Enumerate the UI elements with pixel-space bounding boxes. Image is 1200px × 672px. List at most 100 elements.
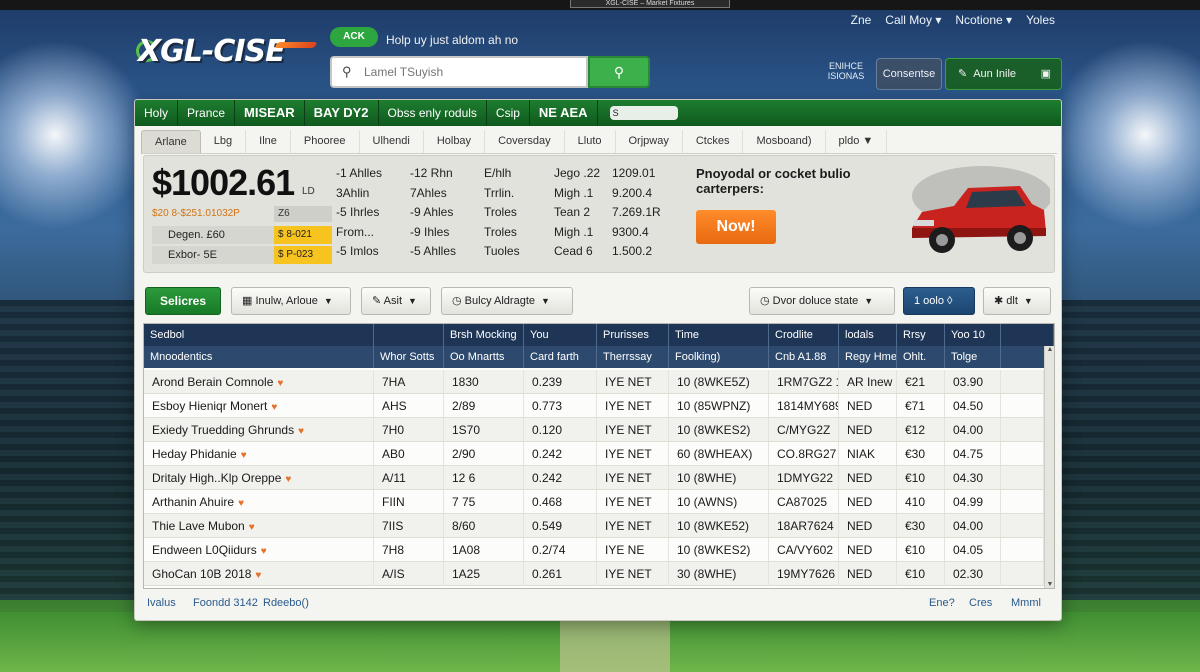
tab-8[interactable]: Orjpway (616, 130, 683, 153)
column-header[interactable]: Brsh Mocking (444, 324, 524, 346)
column-header[interactable]: Yoo 10 (945, 324, 1001, 346)
column-header[interactable]: Foolking) (669, 346, 769, 368)
nav-item-4[interactable]: Obss enly roduls (379, 100, 487, 126)
table-cell-text: IYE NET (605, 519, 652, 533)
primary-action-button[interactable]: Selicres (145, 287, 221, 315)
column-header[interactable]: You (524, 324, 597, 346)
table-cell: 1S70 (444, 418, 524, 441)
chevron-down-icon: ▼ (323, 296, 333, 306)
table-row[interactable]: Esboy Hieniqr Monert ♥ AHS 2/89 0.773 IYE NET… (144, 394, 1044, 418)
footer-link-2[interactable]: Foondd 3142 (193, 597, 258, 609)
ad-cta-button[interactable]: Now! (696, 210, 776, 244)
nav-item-3[interactable]: BAY DY2 (305, 100, 379, 126)
filter-dropdown-3[interactable]: ◷ Bulcy Aldragte ▼ (441, 287, 573, 315)
table-cell: NED (839, 418, 897, 441)
table-cell: 04.99 (945, 490, 1001, 513)
footer-link-6[interactable]: Mmml (1011, 597, 1041, 609)
column-header[interactable] (374, 324, 444, 346)
table-cell-text: 10 (8WKE5Z) (677, 375, 750, 389)
top-link-1[interactable]: Call Moy (885, 13, 941, 27)
top-links: Zne Call Moy Ncotione Yoles (851, 13, 1055, 27)
table-row[interactable]: Exiedy Truedding Ghrunds ♥ 7H0 1S70 0.120 IYE… (144, 418, 1044, 442)
column-header[interactable]: Crodlite (769, 324, 839, 346)
table-cell: 04.05 (945, 538, 1001, 561)
tab-1[interactable]: Lbg (201, 130, 247, 153)
more-dropdown[interactable]: ✱ dlt ▼ (983, 287, 1051, 315)
logo-swoosh-icon (274, 42, 318, 48)
brand-logo[interactable]: XGL-CISE (138, 34, 286, 69)
tab-4[interactable]: Ulhendi (360, 130, 424, 153)
nav-item-6[interactable]: NE AEA (530, 100, 598, 126)
auth-button[interactable]: ✎ Aun Inile ▣ (945, 58, 1062, 90)
column-header[interactable]: Regy Hmes (839, 346, 897, 368)
tab-3[interactable]: Phooree (291, 130, 360, 153)
nav-item-5[interactable]: Csip (487, 100, 530, 126)
column-header[interactable]: Ohlt. (897, 346, 945, 368)
column-header[interactable]: Tolge (945, 346, 1001, 368)
quote-row[interactable]: Degen. £60 $ 8-021 (152, 226, 332, 244)
table-cell-text: Thie Lave Mubon (152, 519, 245, 533)
column-header[interactable]: Cnb A1.88 (769, 346, 839, 368)
nav-item-0[interactable]: Holy (135, 100, 179, 126)
scroll-down-icon[interactable]: ▼ (1046, 581, 1054, 588)
tab-11[interactable]: pldo ▼ (826, 130, 888, 153)
table-scrollbar[interactable]: ▲ ▼ (1044, 346, 1054, 588)
table-cell-spacer (1001, 466, 1044, 489)
table-cell: 30 (8WHE) (669, 562, 769, 585)
table-row[interactable]: GhoCan 10B 2018 ♥ A/IS 1A25 0.261 IYE NET 30 (… (144, 562, 1044, 586)
table-cell-text: 10 (AWNS) (677, 495, 738, 509)
table-row[interactable]: Arond Berain Comnole ♥ 7HA 1830 0.239 IYE NET… (144, 370, 1044, 394)
search-button[interactable]: ⚲ (588, 56, 650, 88)
tab-6[interactable]: Coversday (485, 130, 565, 153)
column-header[interactable]: Card farth (524, 346, 597, 368)
column-header[interactable]: Therrssay (597, 346, 669, 368)
filter-dropdown-2[interactable]: ✎ Asit ▼ (361, 287, 431, 315)
nav-toggle[interactable]: S (609, 106, 678, 120)
filter-dropdown-2-label: Asit (383, 295, 403, 307)
consent-button[interactable]: Consentse (876, 58, 942, 90)
column-header[interactable]: Whor Sotts (374, 346, 444, 368)
table-cell-text: €21 (905, 375, 926, 389)
column-header[interactable]: Prurisses (597, 324, 669, 346)
footer-link-4[interactable]: Ene? (929, 597, 955, 609)
filter-dropdown-1[interactable]: ▦ Inulw, Arloue ▼ (231, 287, 351, 315)
column-header[interactable]: Oo Mnartts (444, 346, 524, 368)
scroll-up-icon[interactable]: ▲ (1046, 346, 1054, 353)
tab-5[interactable]: Holbay (424, 130, 486, 153)
table-row[interactable]: Heday Phidanie ♥ AB0 2/90 0.242 IYE NET 60 (8W… (144, 442, 1044, 466)
nav-item-2[interactable]: MISEAR (235, 100, 305, 126)
tab-7[interactable]: Lluto (565, 130, 616, 153)
table-row[interactable]: Thie Lave Mubon ♥ 7IIS 8/60 0.549 IYE NET 10 (… (144, 514, 1044, 538)
state-dropdown[interactable]: ◷ Dvor doluce state ▼ (749, 287, 895, 315)
tagline: Holp uy just aldom ah no (386, 33, 519, 47)
table-row[interactable]: Arthanin Ahuire ♥ FIIN 7 75 0.468 IYE NET 10 (… (144, 490, 1044, 514)
column-header[interactable]: Mnoodentics (144, 346, 374, 368)
page-selector-label: 1 oolo (914, 295, 944, 307)
footer-link-3[interactable]: Rdeebo() (263, 597, 309, 609)
top-link-3[interactable]: Yoles (1026, 13, 1055, 27)
tab-10[interactable]: Mosboand) (743, 130, 826, 153)
top-link-2[interactable]: Ncotione (955, 13, 1012, 27)
account-subtext: ENIHCE ISIONAS (827, 61, 865, 81)
footer-link-1[interactable]: Ivalus (147, 597, 176, 609)
top-link-0[interactable]: Zne (851, 13, 872, 27)
search-bar: ⚲ ⚲ (330, 56, 650, 88)
table-cell-text: NED (847, 567, 873, 581)
nav-item-1[interactable]: Prance (178, 100, 236, 126)
search-input[interactable] (330, 56, 588, 88)
table-row[interactable]: Endween L0Qiidurs ♥ 7H8 1A08 0.2/74 IYE NE 10 … (144, 538, 1044, 562)
footer-link-5[interactable]: Cres (969, 597, 992, 609)
tab-2[interactable]: Ilne (246, 130, 291, 153)
column-header[interactable]: Sedbol (144, 324, 374, 346)
table-cell: IYE NET (597, 370, 669, 393)
column-header[interactable]: Rrsy (897, 324, 945, 346)
quote-row[interactable]: Exbor- 5E $ P-023 (152, 246, 332, 264)
column-header[interactable]: Time (669, 324, 769, 346)
tab-0[interactable]: Arlane (141, 130, 201, 153)
page-selector[interactable]: 1 oolo ◊ (903, 287, 975, 315)
table-cell: 1A25 (444, 562, 524, 585)
tab-9[interactable]: Ctckes (683, 130, 744, 153)
table-row[interactable]: Dritaly High..Klp Oreppe ♥ A/11 12 6 0.242 IY… (144, 466, 1044, 490)
tag-badge[interactable]: ACK (330, 27, 378, 47)
column-header[interactable]: lodals (839, 324, 897, 346)
